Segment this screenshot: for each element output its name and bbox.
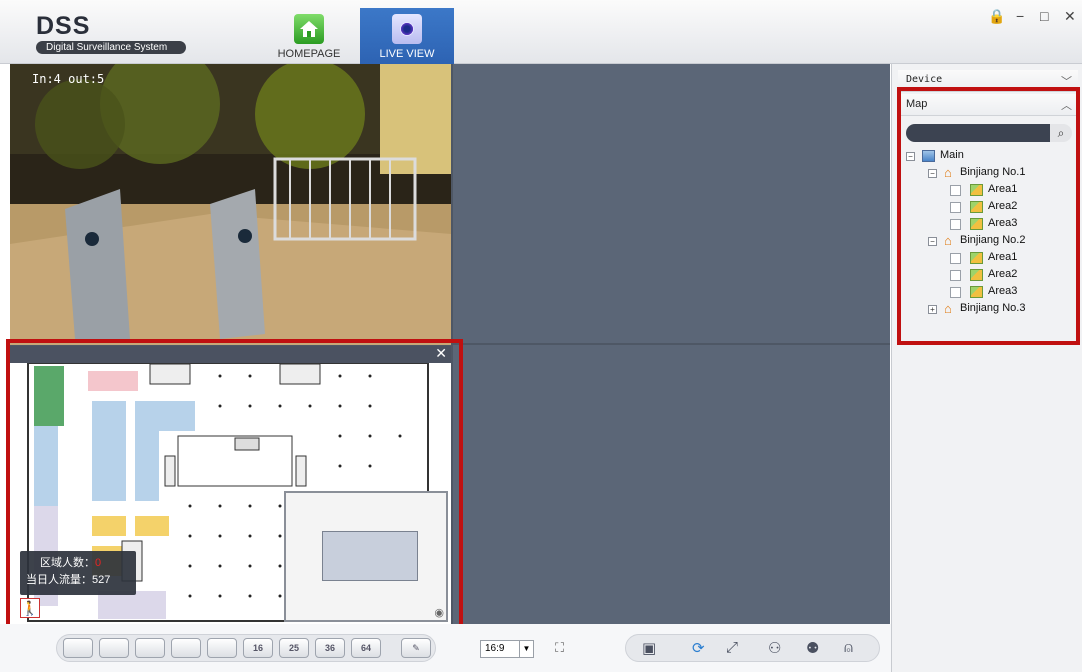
refresh-icon[interactable]: ⟳ [692,639,705,657]
collapse-icon[interactable]: − [928,237,937,246]
save-icon[interactable]: ▣ [642,639,656,657]
layout-16-button[interactable]: 16 [243,638,273,658]
people-count-box: 区域人数：0 当日人流量：527 [20,551,136,595]
layout-64-button[interactable]: 64 [351,638,381,658]
map-close-button[interactable]: ✕ [435,345,447,362]
area-count-label: 区域人数： [40,557,95,569]
home-icon [294,14,324,44]
device-accordion[interactable]: Device ﹀ [898,70,1078,92]
area-checkbox[interactable] [950,270,961,281]
app-title: DSS [36,12,91,40]
device-accordion-label: Device [906,74,943,85]
map-accordion[interactable]: Map ︿ [898,94,1078,116]
daily-flow-label: 当日人流量： [26,574,92,586]
search-icon[interactable]: ⌕ [1050,124,1072,142]
area-checkbox[interactable] [950,287,961,298]
video-grid: In:4 out:5 ✕ 区域人数：0 当日人流量：527 🚶 ◉ [10,64,890,624]
camera-feed-image [10,64,451,345]
people-icon[interactable]: ⚇ [768,639,781,657]
tree-label: Binjiang No.2 [960,234,1026,246]
minimap[interactable]: ◉ [284,491,448,622]
tree-label: Area3 [988,285,1018,297]
area-icon [970,252,983,264]
area-checkbox[interactable] [950,253,961,264]
tree-label: Area2 [988,200,1018,212]
tab-homepage-label: HOMEPAGE [277,48,341,60]
map-icon [922,150,935,162]
minimize-button[interactable]: − [1016,8,1024,24]
layout-6-button[interactable] [135,638,165,658]
daily-flow-value: 527 [92,574,111,586]
daily-flow-row: 当日人流量：527 [26,572,130,589]
area-count-row: 区域人数：0 [26,555,130,572]
tab-live-view-label: LIVE VIEW [379,48,435,60]
tree-label: Area1 [988,251,1018,263]
layout-1-button[interactable] [63,638,93,658]
dropdown-arrow-icon: ▼ [519,641,533,657]
area-icon [970,201,983,213]
chevron-up-icon: ︿ [1061,100,1072,112]
layout-25-button[interactable]: 25 [279,638,309,658]
building-icon: ⌂ [944,165,952,180]
video-pane-2[interactable] [453,64,890,343]
crowd-icon[interactable]: ⚉ [806,639,819,657]
tab-live-view[interactable]: LIVE VIEW [360,8,454,64]
app-header: DSS Digital Surveillance System HOMEPAGE… [0,0,1082,64]
tree-label: Area1 [988,183,1018,195]
area-icon [970,184,983,196]
exit-icon[interactable]: 🚶 [20,598,40,618]
fullscreen-icon[interactable]: ⛶ [555,640,564,656]
alarm-icon[interactable]: ⍝ [844,639,853,656]
area-icon [970,218,983,230]
map-popup[interactable]: ✕ 区域人数：0 当日人流量：527 🚶 ◉ [10,345,451,624]
map-accordion-label: Map [906,98,928,110]
layout-9-button[interactable] [207,638,237,658]
area-checkbox[interactable] [950,202,961,213]
bottom-toolbar: 16 25 36 64 ✎ 16:9 ▼ ⛶ ▣ ⟳ ⤢ ⚇ ⚉ ⍝ [0,624,891,672]
layout-button-group: 16 25 36 64 ✎ [56,634,436,662]
tree-label: Binjiang No.3 [960,302,1026,314]
layout-8-button[interactable] [171,638,201,658]
control-button-group: ▣ ⟳ ⤢ ⚇ ⚉ ⍝ [625,634,880,662]
map-popup-titlebar[interactable]: ✕ [10,345,451,363]
app-logo: DSS Digital Surveillance System [36,14,186,54]
video-pane-4[interactable] [453,345,890,624]
aspect-ratio-select[interactable]: 16:9 ▼ [480,640,534,658]
collapse-icon[interactable]: − [928,169,937,178]
people-counter-overlay: In:4 out:5 [32,72,105,86]
app-subtitle: Digital Surveillance System [36,41,186,54]
ptz-icon[interactable]: ⤢ [726,639,738,656]
expand-icon[interactable]: + [928,305,937,314]
tree-label: Binjiang No.1 [960,166,1026,178]
eye-icon[interactable]: ◉ [434,606,444,619]
video-pane-1[interactable]: In:4 out:5 [10,64,451,345]
area-checkbox[interactable] [950,219,961,230]
building-icon: ⌂ [944,301,952,316]
minimap-viewport[interactable] [322,531,418,581]
tree-label: Main [940,149,964,161]
layout-4-button[interactable] [99,638,129,658]
area-count-value: 0 [95,557,102,569]
area-icon [970,269,983,281]
custom-layout-button[interactable]: ✎ [401,638,431,658]
area-icon [970,286,983,298]
close-button[interactable]: ✕ [1064,8,1076,25]
maximize-button[interactable]: □ [1040,8,1048,24]
chevron-down-icon: ﹀ [1061,75,1072,88]
lock-icon[interactable]: 🔒 [988,8,1005,25]
collapse-icon[interactable]: − [906,152,915,161]
tab-homepage[interactable]: HOMEPAGE [262,8,356,64]
tree-label: Area2 [988,268,1018,280]
camera-icon [392,14,422,44]
map-search-input[interactable] [906,124,1054,142]
aspect-ratio-value: 16:9 [485,643,505,654]
area-checkbox[interactable] [950,185,961,196]
building-icon: ⌂ [944,233,952,248]
tree-label: Area3 [988,217,1018,229]
layout-36-button[interactable]: 36 [315,638,345,658]
right-panel: Device ﹀ Map ︿ ⌕ − Main − ⌂ Binjiang No.… [891,64,1082,672]
